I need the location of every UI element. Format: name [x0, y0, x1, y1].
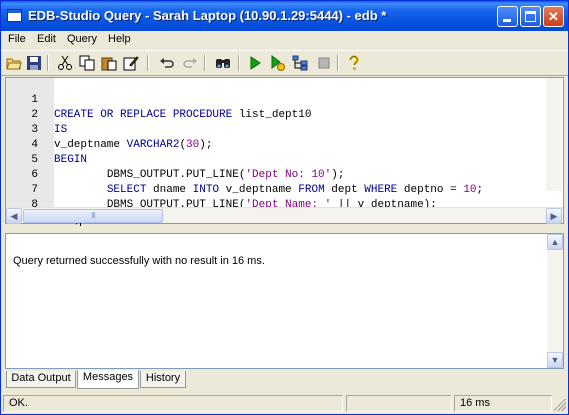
code-line: 4 BEGIN [6, 123, 546, 166]
resize-grip[interactable] [554, 399, 566, 411]
save-icon[interactable] [26, 55, 42, 71]
title-bar[interactable]: EDB-Studio Query - Sarah Laptop (10.90.1… [1, 1, 568, 31]
code-line: 7 DBMS_OUTPUT.PUT_LINE('Dept Name: ' || … [6, 168, 546, 211]
find-icon[interactable] [215, 55, 231, 71]
scroll-thumb[interactable]: III [23, 209, 163, 223]
close-button[interactable]: ✕ [543, 6, 564, 27]
edit-icon[interactable] [123, 55, 139, 71]
code-line: 1 CREATE OR REPLACE PROCEDURE list_dept1… [6, 78, 546, 121]
scroll-down-button[interactable]: ▼ [547, 352, 563, 368]
toolbar-separator [147, 55, 149, 71]
status-bar: OK. 16 ms [1, 393, 568, 414]
copy-icon[interactable] [79, 55, 95, 71]
execute-step-icon[interactable] [269, 55, 285, 71]
menu-file[interactable]: File [8, 33, 26, 45]
output-vertical-scrollbar[interactable]: ▲ ▼ [547, 234, 563, 368]
output-pane: Query returned successfully with no resu… [5, 233, 564, 369]
sql-editor[interactable]: 1 CREATE OR REPLACE PROCEDURE list_dept1… [5, 77, 564, 226]
status-cell-empty [346, 395, 452, 412]
tab-data-output[interactable]: Data Output [6, 371, 76, 388]
status-duration: 16 ms [454, 395, 552, 412]
code-line: 8 END; [6, 183, 546, 226]
toolbar-separator [238, 55, 240, 71]
main-window: EDB-Studio Query - Sarah Laptop (10.90.1… [0, 0, 569, 415]
status-message: OK. [3, 395, 343, 412]
help-icon[interactable] [346, 55, 362, 71]
menu-bar: File Edit Query Help [1, 31, 568, 49]
execute-icon[interactable] [247, 55, 263, 71]
toolbar-separator [204, 55, 206, 71]
app-icon [7, 9, 22, 22]
pane-splitter[interactable] [1, 226, 568, 230]
code-line: 5 DBMS_OUTPUT.PUT_LINE('Dept No: 10'); [6, 138, 546, 181]
code-line: 2 IS [6, 93, 546, 136]
query-result-message: Query returned successfully with no resu… [13, 255, 265, 267]
minimize-button[interactable] [497, 6, 518, 27]
maximize-button[interactable] [520, 6, 541, 27]
scroll-left-button[interactable]: ◀ [6, 208, 22, 224]
menu-help[interactable]: Help [108, 33, 131, 45]
toolbar-separator [47, 55, 49, 71]
tab-messages[interactable]: Messages [77, 370, 139, 389]
window-title: EDB-Studio Query - Sarah Laptop (10.90.1… [28, 8, 387, 23]
toolbar [1, 50, 568, 76]
undo-icon[interactable] [159, 55, 175, 71]
code-line: 3 v_deptname VARCHAR2(30); [6, 108, 546, 151]
paste-icon[interactable] [101, 55, 117, 71]
tab-history[interactable]: History [140, 371, 186, 388]
toolbar-separator [337, 55, 339, 71]
open-icon[interactable] [6, 55, 22, 71]
output-tabs: Data Output Messages History [5, 370, 564, 390]
scroll-right-button[interactable]: ▶ [546, 208, 562, 224]
menu-edit[interactable]: Edit [37, 33, 56, 45]
cut-icon[interactable] [57, 55, 73, 71]
editor-horizontal-scrollbar[interactable]: ◀ III ▶ [6, 207, 563, 224]
code-line: 6 SELECT dname INTO v_deptname FROM dept… [6, 153, 546, 196]
scroll-up-button[interactable]: ▲ [547, 234, 563, 250]
menu-query[interactable]: Query [67, 33, 97, 45]
redo-icon[interactable] [182, 55, 198, 71]
explain-icon[interactable] [292, 55, 308, 71]
stop-icon[interactable] [316, 55, 332, 71]
editor-vertical-scrollbar[interactable] [546, 78, 562, 191]
